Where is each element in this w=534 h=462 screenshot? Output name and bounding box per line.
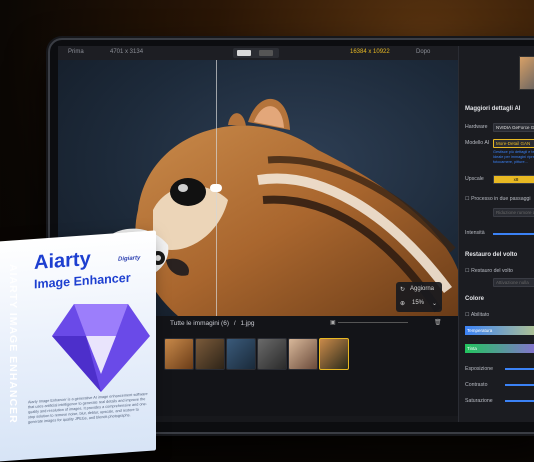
- before-size: 4701 x 3134: [110, 49, 144, 55]
- tint-label: Tinta: [467, 346, 477, 351]
- face-select[interactable]: Attivazione nulla: [493, 278, 534, 287]
- side-by-side-icon[interactable]: [259, 50, 273, 56]
- settings-panel: Maggiori dettagli AI Hardware NVIDIA GeF…: [458, 46, 534, 422]
- face-checkbox[interactable]: ☐ Restauro del volto: [465, 268, 513, 274]
- model-select[interactable]: More-Detail GAN: [493, 139, 534, 148]
- path-separator: /: [233, 320, 236, 327]
- all-images-link[interactable]: Tutte le immagini (6): [170, 320, 229, 327]
- spine-text: AIARTY IMAGE ENHANCER: [7, 264, 19, 424]
- hardware-select[interactable]: NVIDIA GeForce GTX: [493, 123, 534, 132]
- delete-icon[interactable]: 🗑: [434, 319, 442, 326]
- auto-label: Abilitato: [470, 312, 490, 318]
- before-label: Prima: [68, 49, 84, 55]
- intensity-label: Intensità: [465, 230, 485, 236]
- hardware-label: Hardware: [465, 124, 488, 130]
- saturation-label: Saturazione: [465, 398, 493, 404]
- refresh-icon[interactable]: ↻: [400, 286, 405, 293]
- tint-slider[interactable]: Tinta: [465, 344, 534, 353]
- zoom-icon[interactable]: ⊕: [400, 300, 405, 307]
- upscale-select[interactable]: x8: [493, 175, 534, 184]
- face-checkbox-label: Restauro del volto: [471, 268, 513, 274]
- thumbnail[interactable]: [226, 338, 256, 370]
- saturation-slider[interactable]: [505, 400, 534, 402]
- contrast-label: Contrasto: [465, 382, 488, 388]
- zoom-control: ↻ Aggiorna ⊕ 15% ⌄: [396, 282, 442, 312]
- auto-checkbox[interactable]: ☐ Abilitato: [465, 312, 489, 318]
- contrast-slider[interactable]: [505, 384, 534, 386]
- product-title: Aiarty: [34, 248, 91, 274]
- model-description: Gestisce più dettagli e texture. Ideale …: [493, 150, 534, 164]
- filmstrip-header: Tutte le immagini (6) / 1.jpg: [170, 320, 255, 327]
- update-button[interactable]: Aggiorna: [410, 286, 434, 292]
- compare-topbar: Prima 4701 x 3134 16384 x 10922 Dopo: [58, 46, 458, 60]
- temperature-label: Temperatura: [467, 328, 493, 333]
- ai-section-title: Maggiori dettagli AI: [465, 106, 521, 112]
- image-icon[interactable]: ▣: [330, 319, 336, 326]
- thumbnail[interactable]: [195, 338, 225, 370]
- color-section-title: Colore: [465, 296, 485, 302]
- two-pass-checkbox[interactable]: ☐ Processo in due passaggi: [465, 196, 531, 202]
- thumbnail[interactable]: [288, 338, 318, 370]
- thumbnail-selected[interactable]: [319, 338, 349, 370]
- upscale-label: Upscale: [465, 176, 484, 182]
- after-label: Dopo: [416, 49, 431, 55]
- gem-logo-icon: [52, 304, 150, 392]
- compare-toggle[interactable]: [233, 48, 279, 58]
- intensity-slider[interactable]: [493, 233, 534, 235]
- thumbnail[interactable]: [164, 338, 194, 370]
- model-label: Modello AI: [465, 140, 490, 146]
- exposure-label: Esposizione: [465, 366, 493, 372]
- split-view-icon[interactable]: [237, 50, 251, 56]
- split-handle[interactable]: [210, 184, 222, 192]
- exposure-slider[interactable]: [505, 368, 534, 370]
- preview-thumbnail: [519, 56, 534, 90]
- two-pass-label: Processo in due passaggi: [471, 196, 531, 202]
- thumbnail[interactable]: [257, 338, 287, 370]
- denoise-select[interactable]: Riduzione rumore alta: [493, 208, 534, 217]
- thumbnail-size-slider[interactable]: [338, 322, 408, 323]
- chevron-down-icon[interactable]: ⌄: [432, 300, 437, 307]
- temperature-slider[interactable]: Temperatura: [465, 326, 534, 335]
- face-section-title: Restauro del volto: [465, 252, 518, 258]
- after-size: 16384 x 10922: [350, 49, 390, 55]
- current-file: 1.jpg: [240, 320, 255, 327]
- zoom-value[interactable]: 15%: [412, 300, 424, 306]
